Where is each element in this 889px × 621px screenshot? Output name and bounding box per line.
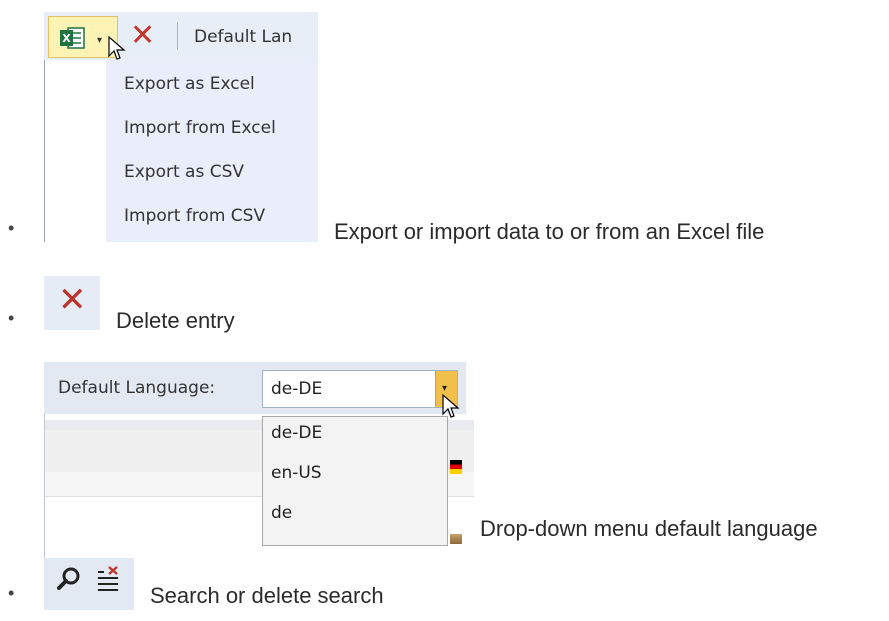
language-options-list: de-DE en-US de	[262, 416, 448, 546]
menu-item-import-excel[interactable]: Import from Excel	[124, 118, 276, 138]
search-icon[interactable]	[54, 564, 84, 594]
search-buttons-screenshot	[44, 558, 134, 610]
clear-search-icon[interactable]	[94, 564, 124, 594]
caption-excel: Export or import data to or from an Exce…	[334, 219, 765, 244]
default-language-label: Default Language:	[58, 378, 216, 398]
mouse-cursor-icon	[108, 36, 126, 60]
german-flag-icon	[450, 460, 462, 474]
svg-text:X: X	[62, 32, 71, 45]
chevron-down-icon[interactable]: ▾	[97, 35, 102, 46]
caption-language: Drop-down menu default language	[480, 516, 818, 541]
bullet: •	[8, 218, 15, 238]
export-import-menu: Export as Excel Import from Excel Export…	[106, 60, 318, 242]
option-en-us[interactable]: en-US	[271, 463, 322, 483]
caption-delete: Delete entry	[116, 308, 235, 333]
language-bar: Default Language: de-DE ▾	[44, 362, 466, 414]
excel-toolbar-screenshot: X ▾ ✕ Default Lan Export as Excel Import…	[44, 12, 318, 242]
menu-item-export-excel[interactable]: Export as Excel	[124, 74, 255, 94]
toolbar-separator	[177, 22, 178, 50]
selected-language: de-DE	[271, 379, 323, 399]
option-de[interactable]: de	[271, 503, 292, 523]
menu-gutter	[44, 60, 106, 242]
default-language-select[interactable]: de-DE ▾	[262, 370, 458, 408]
menu-item-export-csv[interactable]: Export as CSV	[124, 162, 244, 182]
option-de-de[interactable]: de-DE	[271, 423, 322, 443]
menu-item-import-csv[interactable]: Import from CSV	[124, 206, 265, 226]
flag-icon	[450, 534, 462, 544]
chevron-down-icon: ▾	[442, 383, 448, 394]
delete-icon[interactable]: ✕	[58, 278, 87, 322]
bullet: •	[8, 583, 15, 603]
excel-icon: X	[60, 27, 85, 49]
mouse-cursor-icon	[442, 394, 460, 418]
caption-search: Search or delete search	[150, 583, 384, 608]
default-language-label: Default Lan	[194, 27, 293, 47]
bullet: •	[8, 308, 15, 328]
delete-button-screenshot: ✕	[44, 276, 100, 330]
toolbar: X ▾ ✕ Default Lan	[44, 12, 318, 60]
delete-icon[interactable]: ✕	[130, 18, 155, 54]
